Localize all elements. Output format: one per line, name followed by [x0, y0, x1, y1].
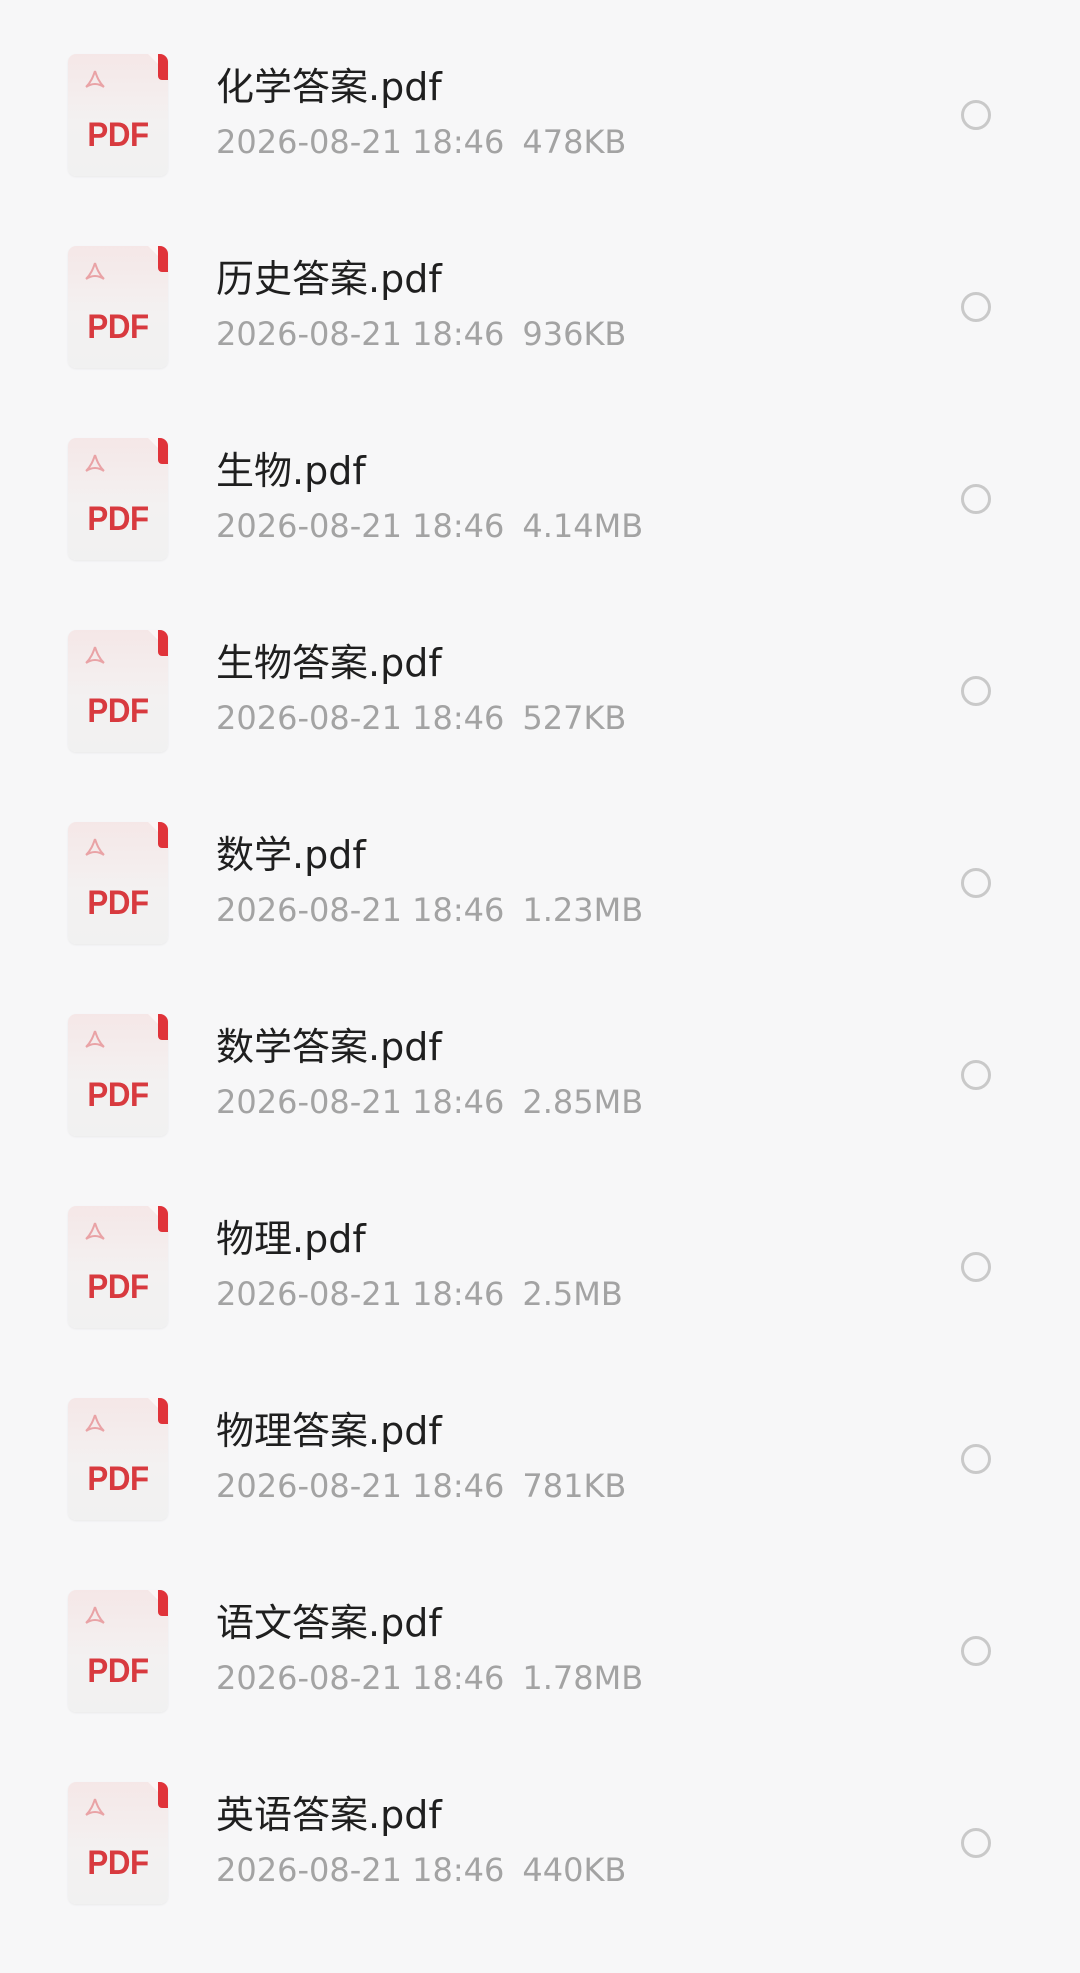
file-meta: 2026-08-21 18:46 440KB: [216, 1850, 626, 1890]
select-radio-button[interactable]: [961, 1252, 991, 1282]
file-size: 2.5MB: [522, 1275, 623, 1313]
file-meta: 2026-08-21 18:46 1.78MB: [216, 1658, 643, 1698]
file-row[interactable]: PDF 化学答案.pdf 2026-08-21 18:46 478KB: [0, 40, 1080, 232]
pdf-icon-label: PDF: [87, 1652, 149, 1690]
file-date: 2026-08-21 18:46: [216, 699, 505, 737]
select-radio-button[interactable]: [961, 676, 991, 706]
pdf-file-icon: PDF: [68, 246, 168, 368]
file-meta: 2026-08-21 18:46 527KB: [216, 698, 626, 738]
file-list: PDF 化学答案.pdf 2026-08-21 18:46 478KB PDF 历…: [0, 40, 1080, 1960]
file-meta: 2026-08-21 18:46 936KB: [216, 314, 626, 354]
select-radio-button[interactable]: [961, 1060, 991, 1090]
file-name: 生物答案.pdf: [216, 641, 442, 685]
acrobat-logo-icon: [85, 1606, 105, 1624]
file-size: 527KB: [522, 699, 627, 737]
acrobat-logo-icon: [85, 1222, 105, 1240]
file-size: 440KB: [522, 1851, 627, 1889]
pdf-file-icon: PDF: [68, 630, 168, 752]
select-radio-button[interactable]: [961, 100, 991, 130]
select-radio-button[interactable]: [961, 868, 991, 898]
file-date: 2026-08-21 18:46: [216, 1659, 505, 1697]
file-name: 历史答案.pdf: [216, 257, 442, 301]
select-radio-button[interactable]: [961, 484, 991, 514]
file-name: 生物.pdf: [216, 449, 366, 493]
acrobat-logo-icon: [85, 1030, 105, 1048]
file-size: 1.23MB: [522, 891, 644, 929]
pdf-file-icon: PDF: [68, 1782, 168, 1904]
acrobat-logo-icon: [85, 262, 105, 280]
pdf-icon-label: PDF: [87, 308, 149, 346]
file-row[interactable]: PDF 英语答案.pdf 2026-08-21 18:46 440KB: [0, 1768, 1080, 1960]
file-meta: 2026-08-21 18:46 4.14MB: [216, 506, 643, 546]
file-meta: 2026-08-21 18:46 478KB: [216, 122, 626, 162]
file-meta: 2026-08-21 18:46 781KB: [216, 1466, 626, 1506]
pdf-file-icon: PDF: [68, 1014, 168, 1136]
file-name: 物理答案.pdf: [216, 1409, 442, 1453]
select-radio-button[interactable]: [961, 1828, 991, 1858]
pdf-file-icon: PDF: [68, 438, 168, 560]
file-date: 2026-08-21 18:46: [216, 891, 505, 929]
file-meta: 2026-08-21 18:46 2.5MB: [216, 1274, 623, 1314]
file-date: 2026-08-21 18:46: [216, 315, 505, 353]
file-row[interactable]: PDF 生物答案.pdf 2026-08-21 18:46 527KB: [0, 616, 1080, 808]
acrobat-logo-icon: [85, 1414, 105, 1432]
file-row[interactable]: PDF 数学答案.pdf 2026-08-21 18:46 2.85MB: [0, 1000, 1080, 1192]
pdf-icon-label: PDF: [87, 500, 149, 538]
pdf-icon-label: PDF: [87, 692, 149, 730]
pdf-icon-label: PDF: [87, 1460, 149, 1498]
file-date: 2026-08-21 18:46: [216, 1083, 505, 1121]
file-size: 2.85MB: [522, 1083, 644, 1121]
file-row[interactable]: PDF 物理答案.pdf 2026-08-21 18:46 781KB: [0, 1384, 1080, 1576]
file-date: 2026-08-21 18:46: [216, 1467, 505, 1505]
file-row[interactable]: PDF 生物.pdf 2026-08-21 18:46 4.14MB: [0, 424, 1080, 616]
file-date: 2026-08-21 18:46: [216, 507, 505, 545]
file-name: 英语答案.pdf: [216, 1793, 442, 1837]
pdf-icon-label: PDF: [87, 1076, 149, 1114]
acrobat-logo-icon: [85, 70, 105, 88]
pdf-file-icon: PDF: [68, 1206, 168, 1328]
file-name: 物理.pdf: [216, 1217, 366, 1261]
file-size: 781KB: [522, 1467, 627, 1505]
pdf-file-icon: PDF: [68, 1398, 168, 1520]
select-radio-button[interactable]: [961, 1444, 991, 1474]
acrobat-logo-icon: [85, 646, 105, 664]
file-name: 语文答案.pdf: [216, 1601, 442, 1645]
file-size: 478KB: [522, 123, 627, 161]
file-name: 数学答案.pdf: [216, 1025, 442, 1069]
file-name: 数学.pdf: [216, 833, 366, 877]
file-name: 化学答案.pdf: [216, 65, 442, 109]
pdf-icon-label: PDF: [87, 884, 149, 922]
file-row[interactable]: PDF 物理.pdf 2026-08-21 18:46 2.5MB: [0, 1192, 1080, 1384]
file-date: 2026-08-21 18:46: [216, 1851, 505, 1889]
acrobat-logo-icon: [85, 454, 105, 472]
file-size: 4.14MB: [522, 507, 644, 545]
file-row[interactable]: PDF 语文答案.pdf 2026-08-21 18:46 1.78MB: [0, 1576, 1080, 1768]
pdf-icon-label: PDF: [87, 1268, 149, 1306]
file-date: 2026-08-21 18:46: [216, 123, 505, 161]
select-radio-button[interactable]: [961, 1636, 991, 1666]
acrobat-logo-icon: [85, 1798, 105, 1816]
file-meta: 2026-08-21 18:46 1.23MB: [216, 890, 643, 930]
pdf-file-icon: PDF: [68, 54, 168, 176]
file-size: 936KB: [522, 315, 627, 353]
file-date: 2026-08-21 18:46: [216, 1275, 505, 1313]
pdf-icon-label: PDF: [87, 1844, 149, 1882]
file-meta: 2026-08-21 18:46 2.85MB: [216, 1082, 643, 1122]
pdf-file-icon: PDF: [68, 1590, 168, 1712]
select-radio-button[interactable]: [961, 292, 991, 322]
pdf-icon-label: PDF: [87, 116, 149, 154]
acrobat-logo-icon: [85, 838, 105, 856]
file-size: 1.78MB: [522, 1659, 644, 1697]
pdf-file-icon: PDF: [68, 822, 168, 944]
file-row[interactable]: PDF 数学.pdf 2026-08-21 18:46 1.23MB: [0, 808, 1080, 1000]
file-row[interactable]: PDF 历史答案.pdf 2026-08-21 18:46 936KB: [0, 232, 1080, 424]
